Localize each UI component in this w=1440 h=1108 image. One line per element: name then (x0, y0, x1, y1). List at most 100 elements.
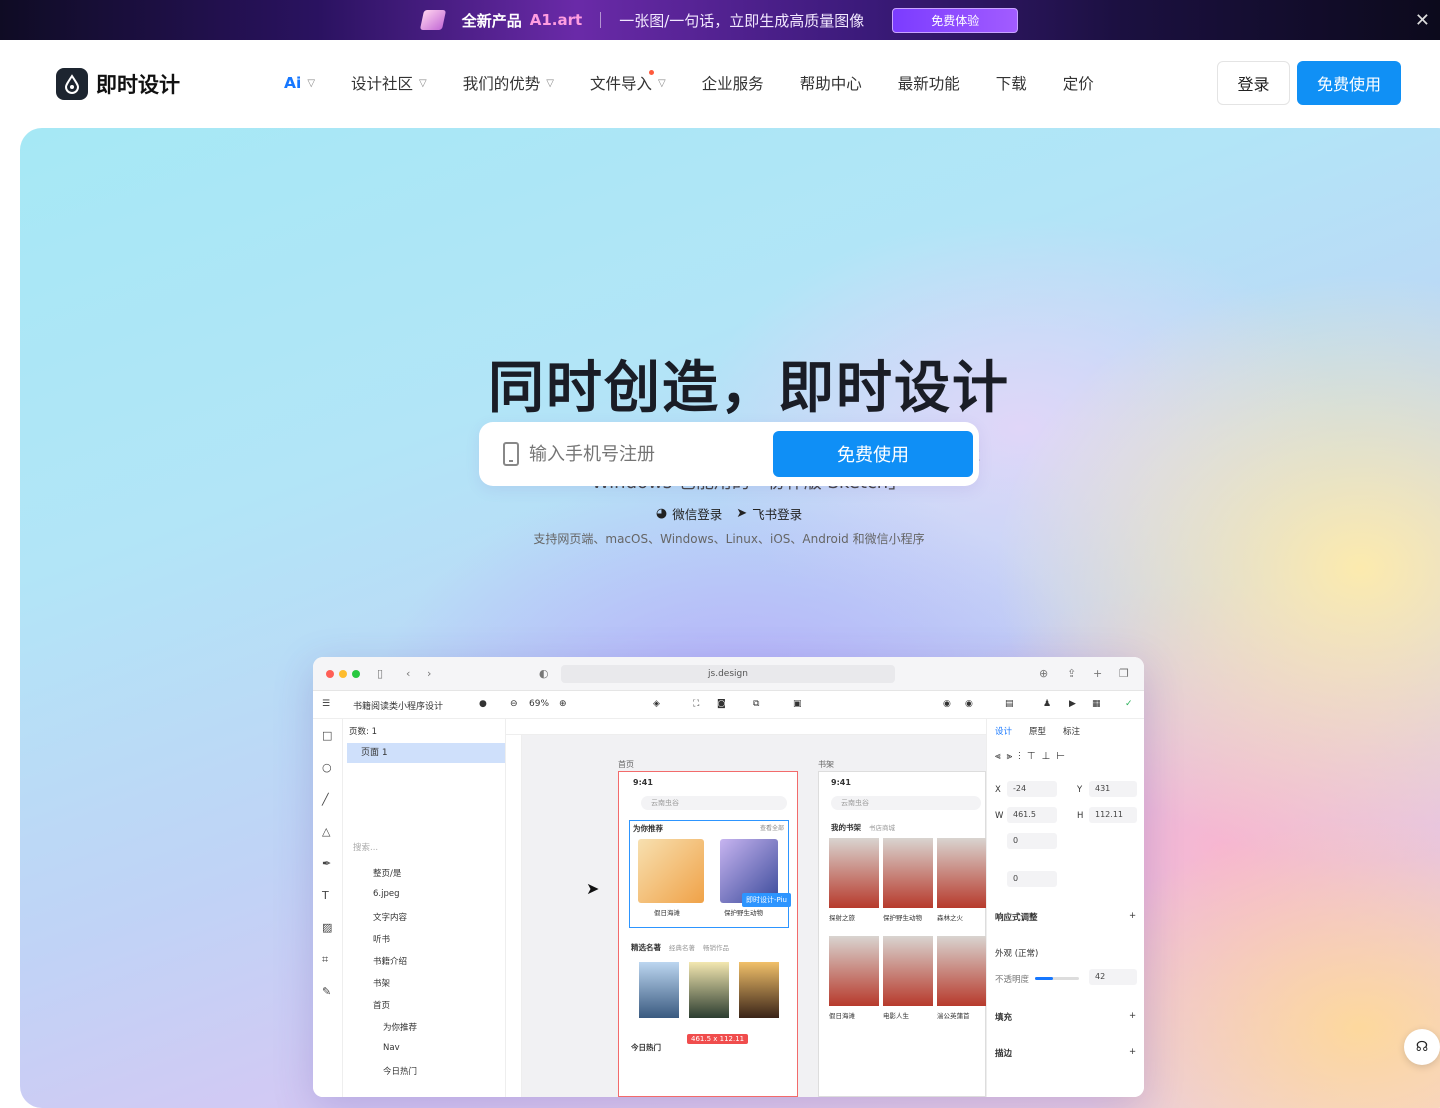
nav-label: 定价 (1062, 75, 1094, 93)
height-field[interactable]: 112.11 (1089, 807, 1137, 823)
play-icon[interactable]: ▶ (1069, 699, 1076, 709)
rotation-field[interactable]: 0 (1007, 833, 1057, 849)
fill-label: 填充 (995, 1013, 1013, 1023)
close-icon[interactable]: ✕ (1415, 10, 1430, 31)
y-field[interactable]: 431 (1089, 781, 1137, 797)
zoom-in-icon[interactable]: ⊕ (559, 699, 567, 709)
polygon-tool-icon[interactable]: △ (322, 825, 330, 838)
stroke-label: 描边 (995, 1049, 1013, 1059)
tab-annotation[interactable]: 标注 (1063, 725, 1080, 737)
book-title: 保护野生动物 (724, 909, 763, 917)
y-label: Y (1077, 785, 1083, 795)
wechat-login[interactable]: ◕ 微信登录 (656, 504, 722, 523)
layer-item[interactable]: 为你推荐 (383, 1021, 417, 1033)
logo-text: 即时设计 (96, 73, 180, 97)
pen-tool-icon[interactable]: ✒ (322, 857, 331, 870)
free-use-button[interactable]: 免费使用 (1297, 61, 1401, 105)
layer-item[interactable]: 整页/是 (373, 867, 401, 879)
tab-label[interactable]: 书店商城 (869, 822, 895, 832)
nav-item-download[interactable]: 下载 (996, 72, 1027, 94)
menu-icon[interactable]: ☰ (322, 699, 330, 709)
image-tool-icon[interactable]: ▨ (322, 921, 332, 934)
see-all-link[interactable]: 查看全部 (760, 823, 784, 832)
tab-prototype[interactable]: 原型 (1029, 725, 1046, 737)
login-button[interactable]: 登录 (1217, 61, 1290, 105)
search-bar[interactable]: 云南虫谷 (831, 796, 981, 810)
boolean-icon[interactable]: ▣ (793, 699, 802, 709)
banner-brand: A1.art (529, 11, 583, 29)
pages-count: 页数: 1 (349, 727, 377, 737)
layer-item[interactable]: 文字内容 (373, 911, 407, 923)
layout-icon[interactable]: ▦ (1092, 699, 1101, 709)
library-icon[interactable]: ▤ (1005, 699, 1014, 709)
align-icons[interactable]: ⫷⫸⫶⊤⊥⊢ (995, 751, 1071, 762)
file-name[interactable]: 书籍阅读类小程序设计 (353, 699, 443, 712)
third-party-logins: ◕ 微信登录 ➤ 飞书登录 (0, 504, 1440, 523)
phone-input[interactable] (529, 438, 759, 470)
search-placeholder: 云南虫谷 (841, 799, 869, 807)
nav-item-import[interactable]: 文件导入 ▽ (590, 70, 666, 94)
rectangle-tool-icon[interactable]: □ (322, 729, 332, 742)
share-user-icon[interactable]: ♟ (1043, 699, 1051, 709)
layers-panel: 页数: 1 页面 1 搜索... 整页/是 6.jpeg 文字内容 听书 书籍介… (343, 719, 506, 1097)
layer-item[interactable]: 书籍介绍 (373, 955, 407, 967)
signup-button[interactable]: 免费使用 (773, 431, 973, 477)
design-canvas[interactable]: 首页 书架 9:41 云南虫谷 为你推荐 查看全部 假日海滩 保护野生动物 精选… (506, 719, 987, 1097)
text-tool-icon[interactable]: T (322, 889, 329, 902)
nav-item-help[interactable]: 帮助中心 (800, 72, 862, 94)
collaborator-cursor-tag: 即时设计-Piu (742, 893, 791, 907)
layer-item[interactable]: Nav (383, 1043, 400, 1053)
add-icon[interactable]: + (1129, 1011, 1136, 1021)
ellipse-tool-icon[interactable]: ○ (322, 761, 332, 774)
layer-item[interactable]: 听书 (373, 933, 390, 945)
opacity-field[interactable]: 42 (1089, 969, 1137, 985)
nav-item-features[interactable]: 最新功能 (898, 72, 960, 94)
saved-check-icon: ✓ (1125, 699, 1133, 709)
component-icon[interactable]: ◈ (653, 699, 660, 709)
crop-icon[interactable]: ⧉ (753, 699, 759, 709)
mask-icon[interactable]: ◙ (717, 699, 726, 709)
radius-field[interactable]: 0 (1007, 871, 1057, 887)
zoom-out-icon[interactable]: ⊖ (510, 699, 518, 709)
page-item[interactable]: 页面 1 (347, 743, 505, 763)
brush-tool-icon[interactable]: ✎ (322, 985, 331, 998)
opacity-slider[interactable] (1035, 977, 1079, 980)
nav-item-enterprise[interactable]: 企业服务 (702, 72, 764, 94)
nav-label: Ai (284, 74, 302, 92)
top-nav: 即时设计 Ai ▽ 设计社区 ▽ 我们的优势 ▽ 文件导入 ▽ 企业服务 帮助中心 最新… (0, 40, 1440, 128)
add-icon[interactable]: + (1129, 911, 1136, 921)
nav-item-ai[interactable]: Ai ▽ (284, 72, 315, 94)
nav-item-pricing[interactable]: 定价 (1063, 72, 1094, 94)
home-frame[interactable]: 9:41 云南虫谷 为你推荐 查看全部 假日海滩 保护野生动物 精选名著 经典名… (618, 771, 798, 1097)
chevron-down-icon: ▽ (307, 77, 316, 89)
tab-label[interactable]: 经典名著 (669, 942, 695, 952)
layer-item[interactable]: 6.jpeg (373, 889, 400, 899)
layer-item[interactable]: 书架 (373, 977, 390, 989)
section-title: 精选名著 (631, 943, 661, 952)
promo-banner[interactable]: 全新产品 A1.art 一张图/一句话，立即生成高质量图像 免费体验 ✕ (0, 0, 1440, 40)
shelf-frame[interactable]: 9:41 云南虫谷 我的书架 书店商城 探射之旅 保护野生动物 森林之火 假日海… (818, 771, 987, 1097)
feishu-login[interactable]: ➤ 飞书登录 (736, 504, 802, 523)
layer-item[interactable]: 首页 (373, 999, 390, 1011)
nav-item-community[interactable]: 设计社区 ▽ (351, 72, 427, 94)
width-field[interactable]: 461.5 (1007, 807, 1057, 823)
logo[interactable]: 即时设计 (56, 68, 180, 100)
tab-design[interactable]: 设计 (995, 725, 1012, 737)
x-field[interactable]: -24 (1007, 781, 1057, 797)
add-icon[interactable]: + (1129, 1047, 1136, 1057)
tab-label[interactable]: 畅销作品 (703, 942, 729, 952)
layer-item[interactable]: 今日热门 (383, 1065, 417, 1077)
search-bar[interactable]: 云南虫谷 (641, 796, 787, 810)
address-bar[interactable]: js.design (561, 665, 895, 683)
recommend-card[interactable]: 为你推荐 查看全部 假日海滩 保护野生动物 (629, 820, 789, 928)
frame-tool-icon[interactable]: ⌗ (322, 953, 328, 967)
line-tool-icon[interactable]: ╱ (322, 793, 329, 806)
appearance-select[interactable]: 外观 (正常) (995, 947, 1038, 959)
banner-cta-button[interactable]: 免费体验 (892, 7, 1019, 33)
headset-support-icon[interactable]: ☊ (1404, 1029, 1440, 1065)
layer-search[interactable]: 搜索... (353, 841, 378, 853)
app-preview: ▯ ‹ › ◐ js.design ⊕ ⇪ + ❐ ☰ 书籍阅读类小程序设计 ●… (313, 657, 1144, 1097)
zoom-level[interactable]: 69% (529, 699, 549, 709)
nav-item-advantages[interactable]: 我们的优势 ▽ (463, 72, 554, 94)
frame-icon[interactable]: ⛶ (693, 699, 699, 709)
